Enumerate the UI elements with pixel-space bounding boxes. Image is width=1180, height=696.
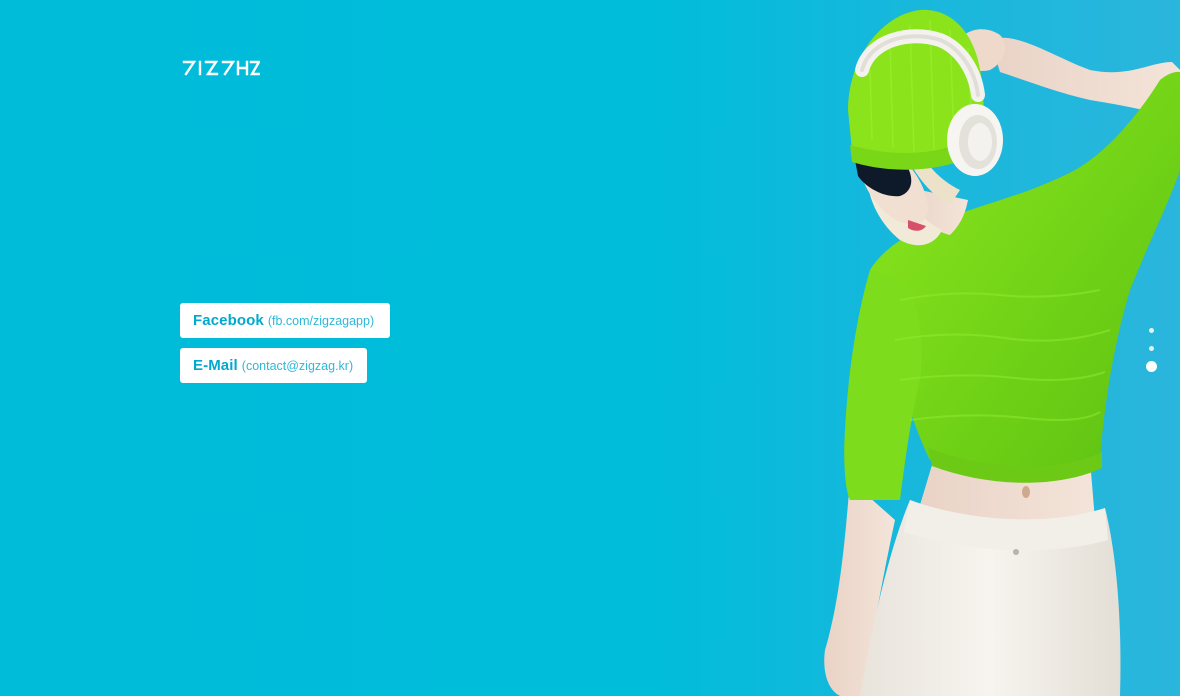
zigzag-wordmark-icon <box>182 60 260 76</box>
email-label: E-Mail <box>193 357 238 374</box>
page-indicator <box>1143 324 1161 376</box>
page-dot-1[interactable] <box>1149 328 1154 333</box>
email-button[interactable]: E-Mail (contact@zigzag.kr) <box>180 348 367 383</box>
hero-model-image <box>824 9 1180 696</box>
facebook-label: Facebook <box>193 312 264 329</box>
page-dot-3-active[interactable] <box>1146 361 1157 372</box>
email-address: (contact@zigzag.kr) <box>241 358 354 373</box>
facebook-button[interactable]: Facebook (fb.com/zigzagapp) <box>180 303 390 338</box>
page-dot-2[interactable] <box>1149 346 1154 351</box>
zigzag-logo[interactable] <box>182 59 260 77</box>
facebook-url: (fb.com/zigzagapp) <box>267 313 375 328</box>
landing-background: Facebook (fb.com/zigzagapp) E-Mail (cont… <box>0 0 1180 696</box>
